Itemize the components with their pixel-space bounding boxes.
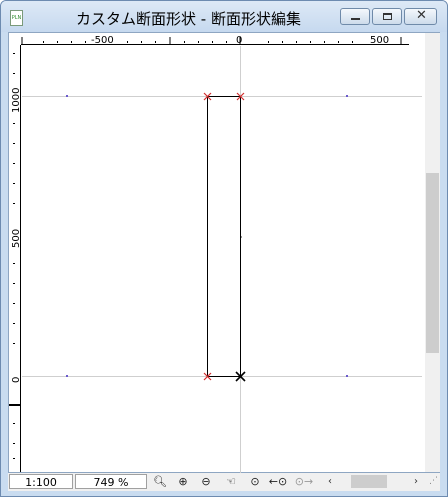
ruler-top-label-minus500: -500 xyxy=(91,35,114,45)
grid-point xyxy=(346,375,348,377)
vertical-scroll-thumb[interactable] xyxy=(426,173,439,353)
drawing-canvas[interactable] xyxy=(22,46,422,473)
ruler-left-label-0: 0 xyxy=(11,377,21,383)
grid-point xyxy=(66,375,68,377)
scale-field[interactable]: 1:100 xyxy=(9,474,73,489)
minimize-icon xyxy=(351,18,360,20)
pan-hand-icon[interactable]: ☜ xyxy=(220,474,242,489)
ruler-top-label-0: 0 xyxy=(236,35,242,45)
status-bar: 1:100 749 % 🔍︎ ⊕ ⊖ ☜ ⊙ ←⊙ ⊙→ ‹ › ⋰ xyxy=(8,473,440,491)
top-ruler[interactable]: -500 0 500 xyxy=(9,33,409,45)
maximize-button[interactable] xyxy=(372,8,402,25)
left-ruler[interactable]: 1000 500 0 xyxy=(9,33,21,472)
section-editor-window: PLN カスタム断面形状 - 断面形状編集 ✕ -500 0 500 1000 … xyxy=(0,0,448,497)
app-icon: PLN xyxy=(10,10,23,26)
vertical-scrollbar[interactable] xyxy=(425,33,440,472)
next-zoom-icon[interactable]: ⊙→ xyxy=(293,474,315,489)
close-icon: ✕ xyxy=(416,8,427,23)
fit-zoom-icon[interactable]: ⊙ xyxy=(244,474,266,489)
grid-point xyxy=(66,95,68,97)
previous-zoom-icon[interactable]: ←⊙ xyxy=(267,474,289,489)
zoom-out-icon[interactable]: ⊖ xyxy=(195,474,217,489)
horizontal-scroll-thumb[interactable] xyxy=(351,475,387,488)
title-bar[interactable]: PLN カスタム断面形状 - 断面形状編集 ✕ xyxy=(1,1,447,32)
grid-point xyxy=(346,95,348,97)
zoom-in-icon[interactable]: ⊕ xyxy=(172,474,194,489)
ruler-left-label-1000: 1000 xyxy=(11,88,21,113)
horizontal-scrollbar[interactable]: ‹ › xyxy=(323,474,423,489)
scroll-left-icon[interactable]: ‹ xyxy=(323,474,337,489)
section-outline[interactable] xyxy=(207,96,241,377)
ruler-left-label-500: 500 xyxy=(11,229,21,248)
editor-area: -500 0 500 1000 500 0 xyxy=(8,32,440,473)
scroll-right-icon[interactable]: › xyxy=(409,474,423,489)
maximize-icon xyxy=(383,13,392,20)
window-title: カスタム断面形状 - 断面形状編集 xyxy=(76,10,301,28)
close-button[interactable]: ✕ xyxy=(404,8,437,25)
resize-grip-icon[interactable]: ⋰ xyxy=(429,476,438,486)
zoom-field[interactable]: 749 % xyxy=(75,474,147,489)
ruler-top-label-500: 500 xyxy=(370,35,389,45)
minimize-button[interactable] xyxy=(340,8,370,25)
zoom-select-icon[interactable]: 🔍︎ xyxy=(149,474,171,489)
